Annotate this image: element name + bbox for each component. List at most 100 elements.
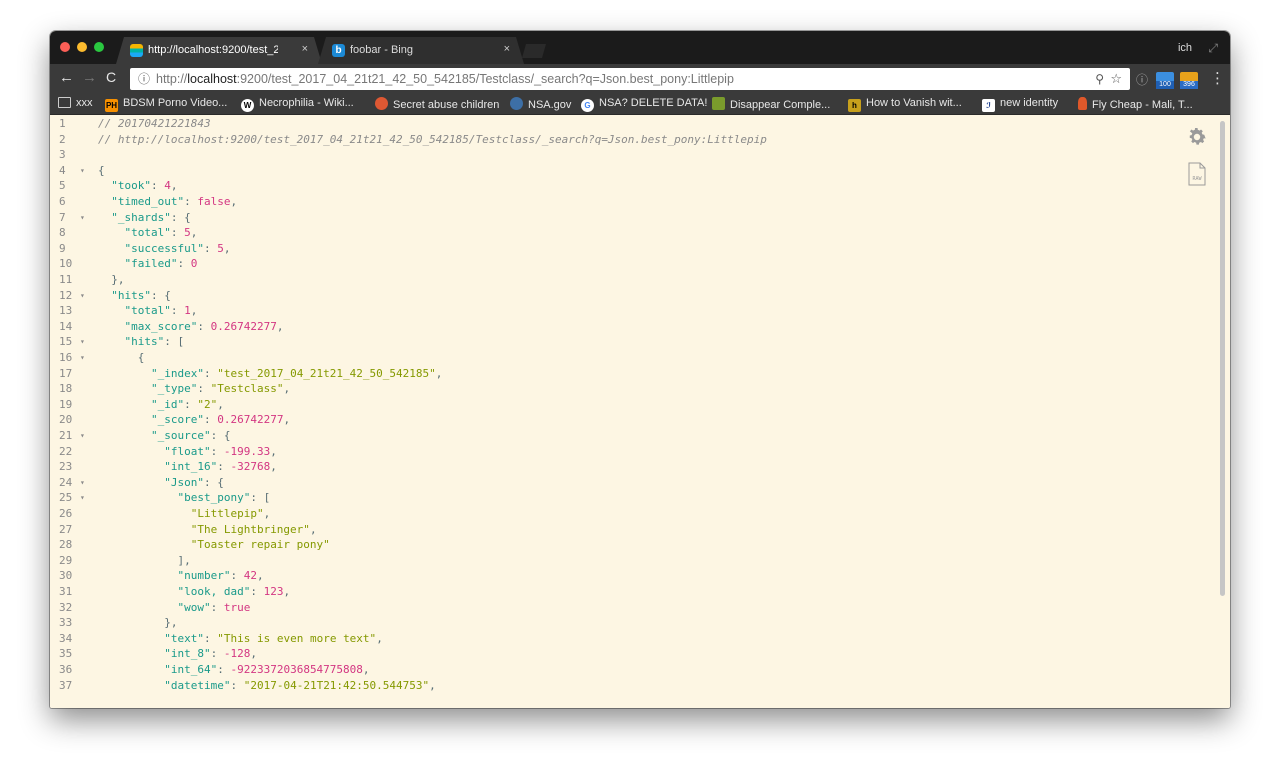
code-token: "2" bbox=[197, 397, 218, 411]
bookmark-item[interactable]: Secret abuse children bbox=[375, 97, 499, 111]
fold-toggle-icon[interactable]: ▾ bbox=[80, 428, 85, 444]
flycheap-icon bbox=[1078, 97, 1087, 110]
bookmark-label: xxx bbox=[76, 97, 93, 109]
code-token: , bbox=[309, 522, 317, 536]
code-token: : bbox=[210, 647, 224, 661]
minimize-window-button[interactable] bbox=[77, 42, 87, 52]
elasticsearch-favicon-icon bbox=[130, 44, 143, 57]
bookmark-label: new identity bbox=[1000, 97, 1059, 109]
back-arrow-icon[interactable]: ← bbox=[59, 69, 74, 86]
tab-close-icon[interactable]: × bbox=[302, 43, 308, 55]
bookmark-item[interactable]: NSA.gov bbox=[510, 97, 571, 111]
url-host: localhost bbox=[187, 72, 237, 86]
code-token: , bbox=[429, 678, 436, 692]
line-number: 18 bbox=[59, 382, 73, 396]
code-token: 0.26742277 bbox=[210, 319, 277, 333]
fullscreen-icon[interactable]: ⤢ bbox=[1208, 41, 1218, 56]
reload-icon[interactable]: C bbox=[106, 69, 116, 85]
settings-gear-icon[interactable] bbox=[1186, 126, 1208, 148]
bookmark-item[interactable]: W Necrophilia - Wiki... bbox=[241, 97, 354, 112]
google-icon: G bbox=[581, 99, 594, 112]
bookmark-item[interactable]: Disappear Comple... bbox=[712, 97, 830, 111]
fold-toggle-icon[interactable]: ▾ bbox=[80, 288, 85, 304]
code-token: "number" bbox=[177, 569, 231, 583]
extension-icon[interactable]: 396 bbox=[1180, 72, 1198, 89]
code-token: -32768 bbox=[230, 460, 271, 474]
code-text: "hits": [ bbox=[98, 334, 185, 350]
code-token: : bbox=[203, 241, 218, 255]
line-number: 16 bbox=[59, 351, 73, 364]
code-text: "_id": "2", bbox=[98, 397, 224, 413]
new-tab-button[interactable] bbox=[522, 44, 546, 58]
close-window-button[interactable] bbox=[60, 42, 70, 52]
raw-label: RAW bbox=[1192, 176, 1202, 182]
code-token: }, bbox=[98, 616, 178, 630]
bookmark-item[interactable]: PH BDSM Porno Video... bbox=[105, 97, 228, 112]
code-token: "This is even more text" bbox=[217, 631, 377, 645]
bookmark-item[interactable]: G NSA? DELETE DATA! bbox=[581, 97, 707, 112]
code-token: "int_64" bbox=[164, 663, 218, 676]
tab-bing[interactable]: b foobar - Bing × bbox=[318, 37, 524, 64]
address-bar[interactable]: ⓘ http://localhost:9200/test_2017_04_21t… bbox=[130, 68, 1130, 90]
maximize-window-button[interactable] bbox=[94, 42, 104, 52]
code-token: : bbox=[210, 600, 224, 614]
code-token: : bbox=[177, 257, 191, 271]
bookmark-item[interactable]: h How to Vanish wit... bbox=[848, 97, 962, 112]
code-token: 0 bbox=[190, 257, 198, 271]
profile-name[interactable]: ich bbox=[1178, 42, 1192, 54]
fold-toggle-icon[interactable]: ▾ bbox=[80, 210, 85, 226]
raw-view-icon[interactable]: RAW bbox=[1188, 162, 1206, 186]
fold-toggle-icon[interactable]: ▾ bbox=[80, 334, 85, 350]
code-text: "_type": "Testclass", bbox=[98, 381, 290, 397]
disappear-icon bbox=[712, 97, 725, 110]
code-token: 42 bbox=[243, 569, 257, 583]
code-token: "hits" bbox=[111, 288, 151, 302]
json-viewer[interactable]: 1 // 20170421221843 2 // http://localhost:9… bbox=[50, 115, 1216, 708]
site-info-icon[interactable]: ⓘ bbox=[138, 68, 150, 90]
menu-dots-icon[interactable]: ⋮ bbox=[1210, 69, 1225, 87]
code-token: : bbox=[203, 631, 218, 645]
fold-toggle-icon[interactable]: ▾ bbox=[80, 350, 85, 366]
bookmark-folder-xxx[interactable]: xxx bbox=[58, 97, 93, 111]
bookmark-star-icon[interactable]: ☆ bbox=[1110, 68, 1122, 90]
code-text: "took": 4, bbox=[98, 178, 177, 194]
fold-toggle-icon[interactable]: ▾ bbox=[80, 163, 85, 179]
bookmark-item[interactable]: Fly Cheap - Mali, T... bbox=[1078, 97, 1193, 111]
code-token: : bbox=[197, 319, 211, 333]
bookmark-item[interactable]: ℐnew identity bbox=[982, 97, 1059, 112]
extension-icon[interactable]: 100 bbox=[1156, 72, 1174, 89]
code-text: "Json": { bbox=[98, 475, 224, 491]
address-url[interactable]: http://localhost:9200/test_2017_04_21t21… bbox=[156, 68, 734, 90]
scrollbar-thumb[interactable] bbox=[1220, 121, 1225, 596]
tab-close-icon[interactable]: × bbox=[504, 43, 510, 55]
code-token: true bbox=[223, 600, 251, 614]
code-token: -9223372036854775808 bbox=[230, 663, 363, 676]
code-token: 123 bbox=[263, 585, 284, 598]
code-text: { bbox=[98, 350, 145, 366]
bookmark-label: BDSM Porno Video... bbox=[123, 97, 228, 109]
tab-localhost[interactable]: http://localhost:9200/test_2( × bbox=[116, 37, 322, 64]
line-number: 2 bbox=[59, 132, 66, 146]
fold-toggle-icon[interactable]: ▾ bbox=[80, 490, 85, 506]
line-number: 12 bbox=[59, 288, 73, 302]
tab-title: http://localhost:9200/test_2( bbox=[148, 44, 278, 56]
tab-title: foobar - Bing bbox=[350, 44, 413, 56]
code-token: , bbox=[230, 195, 238, 208]
code-token: "float" bbox=[164, 444, 211, 458]
line-number: 32 bbox=[59, 600, 73, 614]
zoom-icon[interactable]: ⚲ bbox=[1095, 68, 1104, 90]
code-text: "datetime": "2017-04-21T21:42:50.544753"… bbox=[98, 678, 436, 694]
code-token: , bbox=[256, 569, 264, 583]
forward-arrow-icon[interactable]: → bbox=[82, 69, 97, 86]
page-info-icon[interactable]: ⓘ bbox=[1136, 71, 1148, 88]
line-number: 30 bbox=[59, 569, 73, 583]
code-token: , bbox=[435, 366, 443, 380]
fold-toggle-icon[interactable]: ▾ bbox=[80, 475, 85, 491]
